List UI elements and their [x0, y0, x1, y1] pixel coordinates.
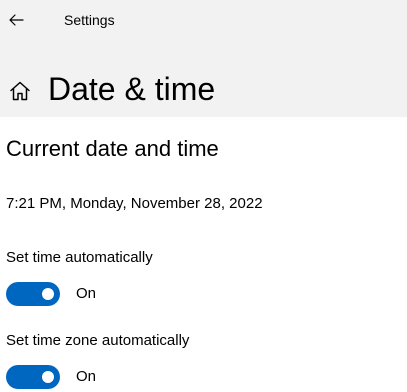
set-time-automatically-toggle-row[interactable]: On [6, 282, 96, 306]
toggle-state-label: On [76, 368, 97, 385]
app-title: Settings [64, 12, 115, 28]
page-title: Date & time [48, 71, 216, 107]
title-bar: Settings [0, 0, 407, 40]
current-datetime: 7:21 PM, Monday, November 28, 2022 [6, 195, 263, 212]
toggle-state-label: On [76, 285, 97, 302]
set-time-zone-automatically-label: Set time zone automatically [6, 332, 190, 349]
home-icon [10, 81, 30, 101]
set-time-zone-automatically-toggle[interactable] [6, 365, 60, 389]
back-button[interactable] [0, 0, 32, 40]
toggle-knob [42, 288, 54, 300]
set-time-automatically-toggle[interactable] [6, 282, 60, 306]
back-arrow-icon [9, 14, 24, 26]
set-time-zone-automatically-toggle-row[interactable]: On [6, 365, 96, 389]
toggle-knob [42, 371, 54, 383]
section-title: Current date and time [6, 136, 219, 161]
set-time-automatically-label: Set time automatically [6, 249, 153, 266]
settings-window: Settings Date & time Current date and ti… [0, 0, 407, 392]
